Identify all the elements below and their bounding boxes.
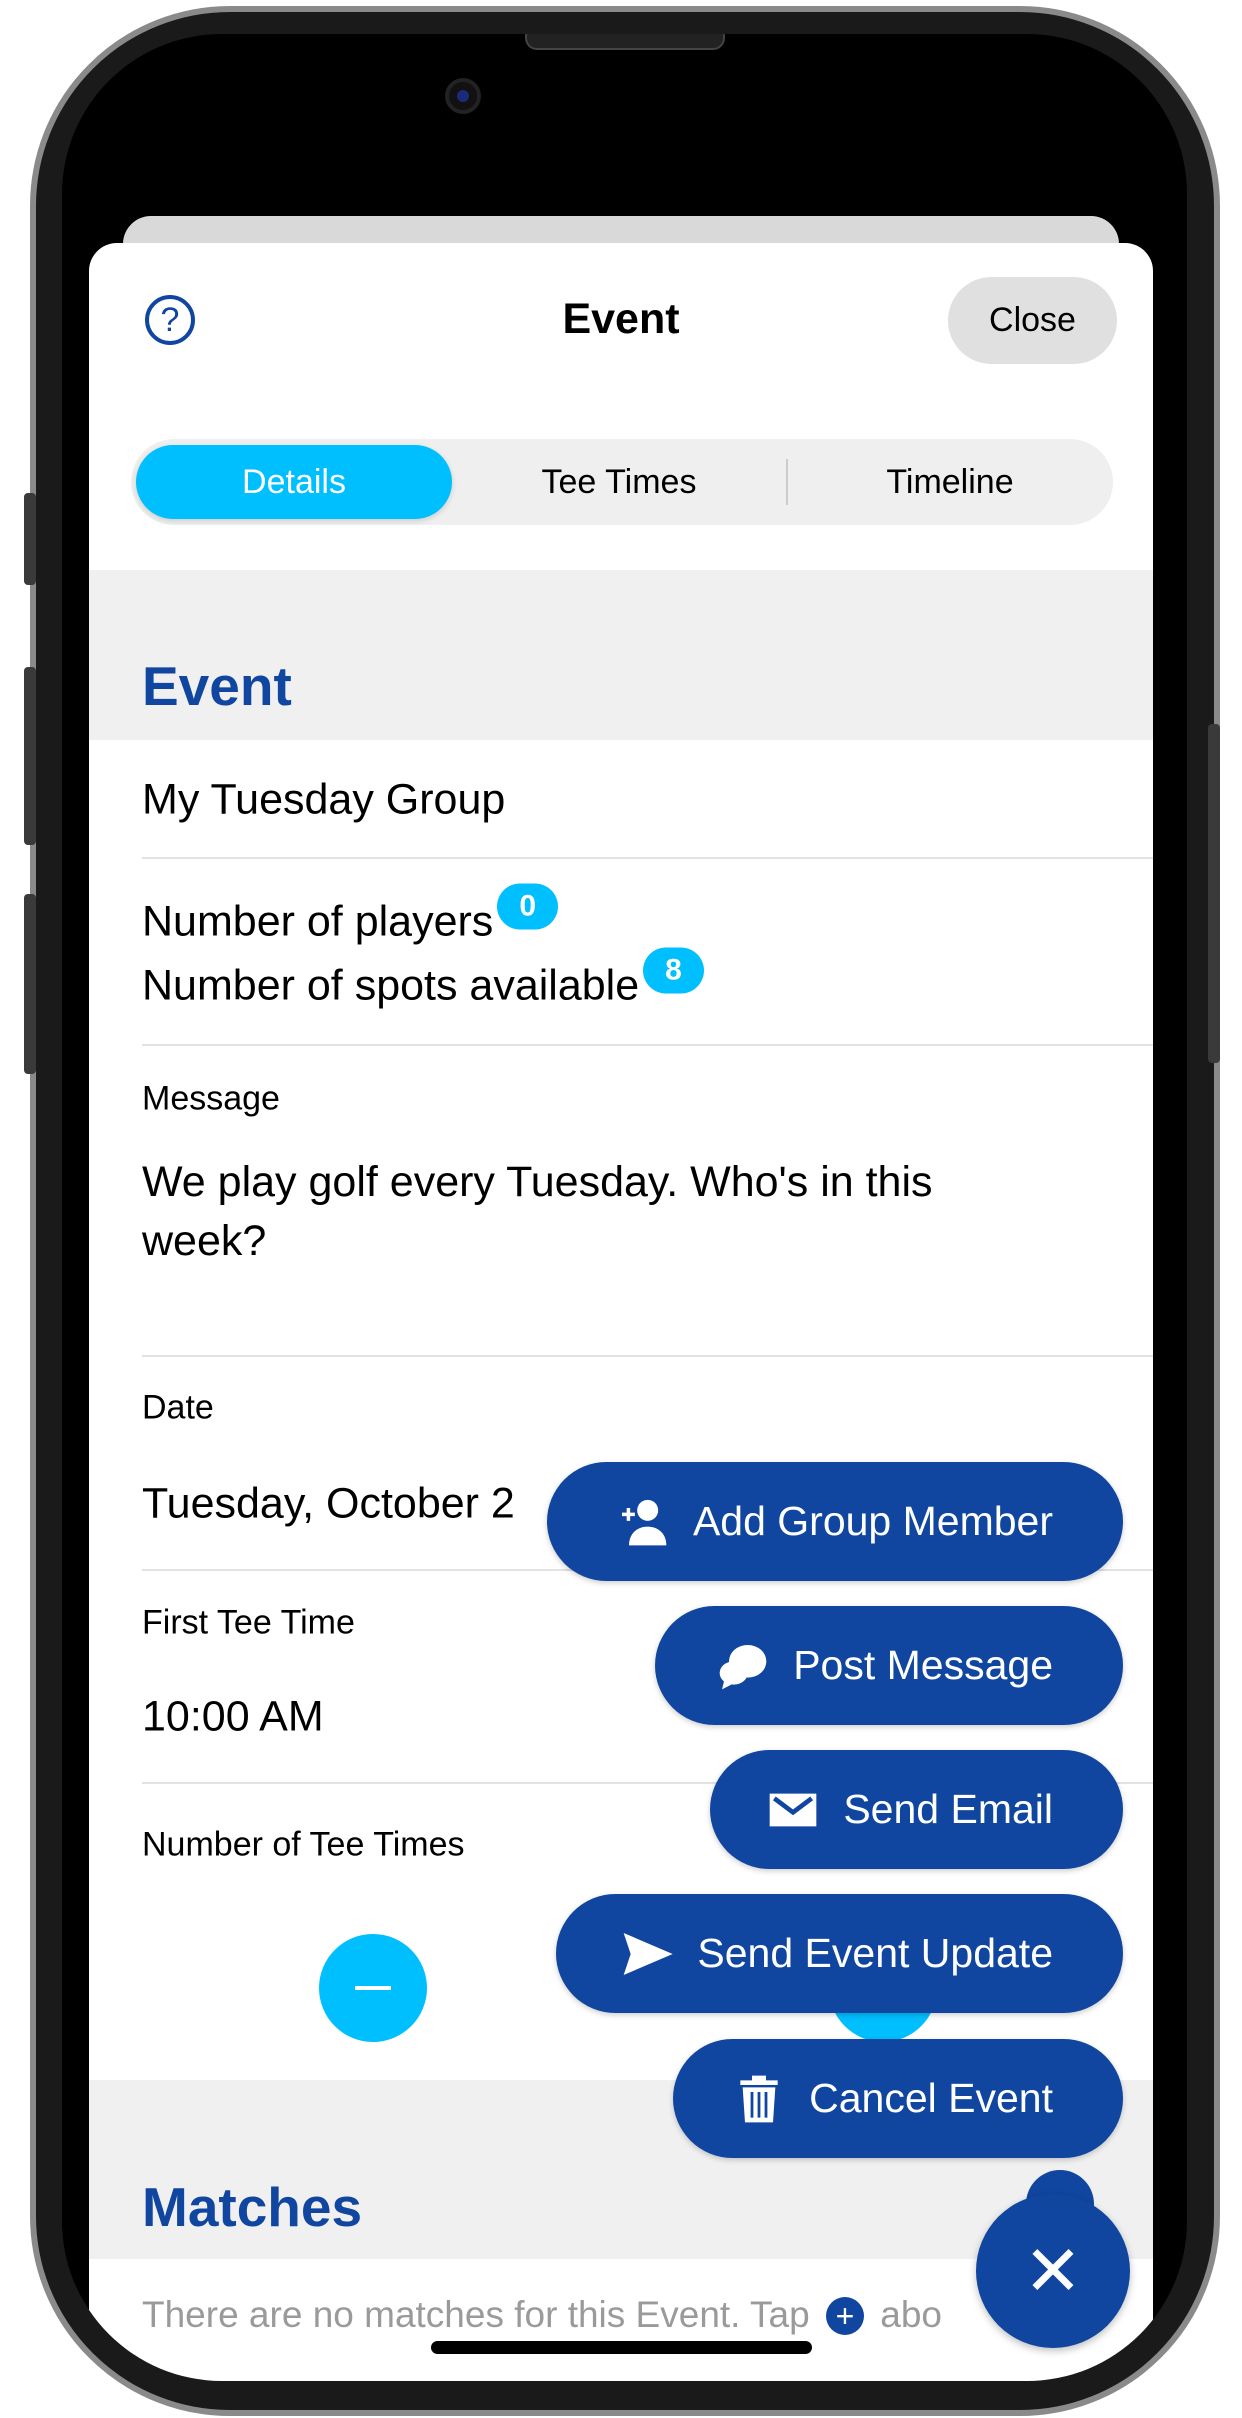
send-event-update-button[interactable]: Send Event Update [556,1894,1123,2013]
volume-down-button [24,894,36,1074]
power-button [1208,724,1220,1063]
close-button[interactable]: Close [948,277,1117,364]
cancel-event-button[interactable]: Cancel Event [673,2039,1123,2158]
spots-label: Number of spots available [142,961,640,1010]
home-indicator[interactable] [431,2341,812,2354]
players-label: Number of players [142,897,494,946]
tab-timeline[interactable]: Timeline [792,445,1108,519]
date-field[interactable]: Tuesday, October 2 [142,1480,515,1529]
players-row: Number of players 0 [142,883,558,947]
close-x-icon: ✕ [1023,2232,1083,2310]
send-event-update-label: Send Event Update [697,1930,1053,1976]
event-name-field[interactable]: My Tuesday Group [142,776,505,825]
divider [142,1044,1153,1046]
envelope-icon [769,1793,817,1826]
no-matches-text-end: abo [880,2294,943,2335]
first-tee-field[interactable]: 10:00 AM [142,1693,324,1742]
send-email-label: Send Email [843,1786,1053,1832]
event-section-header: Event [89,570,1153,740]
send-email-button[interactable]: Send Email [710,1750,1123,1869]
decrement-button[interactable] [319,1934,427,2042]
add-group-member-button[interactable]: Add Group Member [547,1462,1123,1581]
first-tee-label: First Tee Time [142,1603,355,1642]
event-heading: Event [142,655,292,717]
minus-icon [355,1986,391,1990]
divider [142,1355,1153,1357]
segmented-control: Details Tee Times Timeline [131,439,1113,525]
speaker [525,34,725,50]
tab-tee-times[interactable]: Tee Times [458,445,780,519]
post-message-label: Post Message [793,1642,1053,1688]
spots-count-badge: 8 [643,947,704,994]
chat-bubbles-icon [719,1644,767,1689]
divider [142,857,1153,859]
add-group-member-label: Add Group Member [692,1498,1053,1544]
plus-circle-icon: + [826,2297,864,2335]
camera [445,78,481,114]
screen: ? Event Close Details Tee Times Timeline… [62,34,1187,2381]
tee-count-label: Number of Tee Times [142,1825,465,1864]
post-message-button[interactable]: Post Message [655,1606,1123,1725]
tab-details[interactable]: Details [136,445,452,519]
spots-row: Number of spots available 8 [142,947,704,1011]
event-sheet: ? Event Close Details Tee Times Timeline… [89,243,1153,2381]
message-label: Message [142,1079,280,1118]
cancel-event-label: Cancel Event [809,2075,1053,2121]
mute-switch [24,493,36,585]
no-matches-text: There are no matches for this Event. Tap… [142,2294,942,2336]
players-count-badge: 0 [497,883,558,930]
no-matches-text-start: There are no matches for this Event. Tap [142,2294,810,2335]
matches-heading: Matches [142,2176,363,2238]
close-menu-fab[interactable]: ✕ [976,2194,1130,2348]
volume-up-button [24,667,36,845]
tab-divider [786,459,788,505]
paper-plane-icon [624,1932,674,1975]
date-label: Date [142,1388,214,1427]
add-person-icon [621,1499,667,1545]
trash-icon [740,2075,778,2122]
message-field[interactable]: We play golf every Tuesday. Who's in thi… [142,1153,1022,1271]
